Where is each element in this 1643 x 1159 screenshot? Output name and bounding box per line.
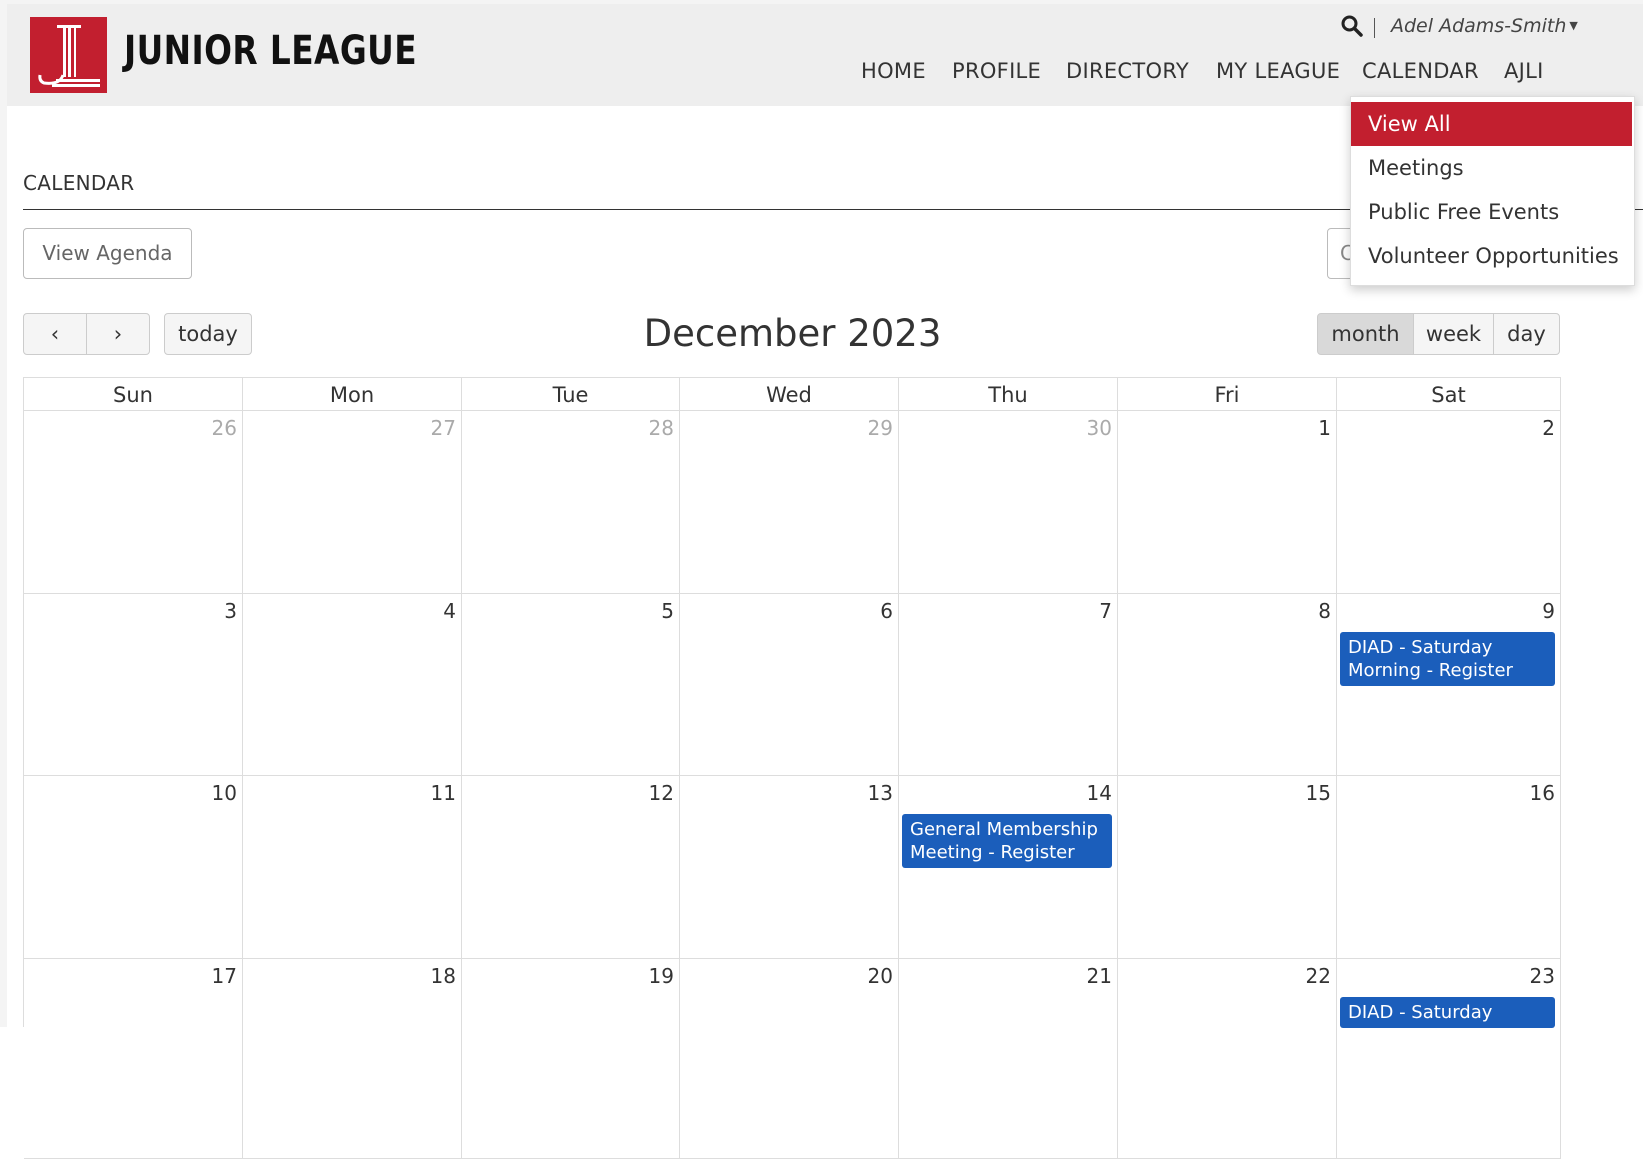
day-cell[interactable]: 17 (24, 959, 243, 1159)
calendar-dropdown: View All Meetings Public Free Events Vol… (1350, 96, 1635, 286)
nav-my-league[interactable]: MY LEAGUE (1216, 54, 1340, 88)
day-cell[interactable]: 16 (1337, 776, 1561, 959)
nav-home[interactable]: HOME (861, 54, 926, 88)
dropdown-view-all[interactable]: View All (1351, 102, 1632, 146)
day-cell[interactable]: 7 (899, 594, 1118, 776)
day-cell[interactable]: 26 (24, 411, 243, 594)
nav-calendar[interactable]: CALENDAR (1362, 54, 1479, 88)
day-number[interactable]: 2 (1542, 416, 1555, 440)
day-number[interactable]: 22 (1306, 964, 1331, 988)
dropdown-volunteer-opportunities[interactable]: Volunteer Opportunities (1351, 234, 1632, 278)
week-view-button[interactable]: week (1413, 313, 1494, 355)
day-cell[interactable]: 9 DIAD - Saturday Morning - Register (1337, 594, 1561, 776)
day-cell[interactable]: 10 (24, 776, 243, 959)
day-number[interactable]: 14 (1087, 781, 1112, 805)
user-name: Adel Adams-Smith (1391, 15, 1567, 37)
junior-league-logo[interactable] (30, 17, 107, 93)
day-cell[interactable]: 23 DIAD - Saturday (1337, 959, 1561, 1159)
day-number[interactable]: 17 (212, 964, 237, 988)
day-number[interactable]: 5 (661, 599, 674, 623)
month-grid: Sun Mon Tue Wed Thu Fri Sat 26 27 28 29 30 1 2 3 4 5 6 7 8 9… (23, 377, 1561, 1159)
caret-down-icon: ▼ (1569, 19, 1578, 32)
day-cell[interactable]: 21 (899, 959, 1118, 1159)
day-header-mon: Mon (243, 377, 462, 411)
search-icon[interactable] (1340, 14, 1364, 38)
day-number[interactable]: 27 (431, 416, 456, 440)
calendar-event[interactable]: General Membership Meeting - Register (902, 814, 1112, 868)
day-number[interactable]: 1 (1318, 416, 1331, 440)
day-cell[interactable]: 12 (462, 776, 680, 959)
day-number[interactable]: 28 (649, 416, 674, 440)
day-view-button[interactable]: day (1493, 313, 1560, 355)
day-number[interactable]: 9 (1542, 599, 1555, 623)
day-header-thu: Thu (899, 377, 1118, 411)
day-number[interactable]: 12 (649, 781, 674, 805)
day-cell[interactable]: 29 (680, 411, 899, 594)
chevron-right-icon: › (113, 322, 123, 346)
prev-month-button[interactable]: ‹ (23, 313, 87, 355)
day-number[interactable]: 8 (1318, 599, 1331, 623)
calendar-title: December 2023 (643, 312, 942, 355)
day-cell[interactable]: 13 (680, 776, 899, 959)
view-agenda-button[interactable]: View Agenda (23, 228, 192, 279)
day-number[interactable]: 10 (212, 781, 237, 805)
day-number[interactable]: 3 (224, 599, 237, 623)
day-cell[interactable]: 8 (1118, 594, 1337, 776)
day-header-wed: Wed (680, 377, 899, 411)
day-number[interactable]: 4 (443, 599, 456, 623)
day-cell[interactable]: 28 (462, 411, 680, 594)
day-number[interactable]: 29 (868, 416, 893, 440)
day-number[interactable]: 23 (1530, 964, 1555, 988)
day-header-fri: Fri (1118, 377, 1337, 411)
day-header-sun: Sun (24, 377, 243, 411)
header-divider (1374, 18, 1375, 38)
day-cell[interactable]: 11 (243, 776, 462, 959)
brand-name[interactable]: JUNIOR LEAGUE (124, 26, 417, 76)
day-header-tue: Tue (462, 377, 680, 411)
day-cell[interactable]: 5 (462, 594, 680, 776)
month-view-button[interactable]: month (1317, 313, 1414, 355)
chevron-left-icon: ‹ (50, 322, 60, 346)
nav-ajli[interactable]: AJLI (1504, 54, 1544, 88)
nav-directory[interactable]: DIRECTORY (1066, 54, 1189, 88)
next-month-button[interactable]: › (86, 313, 150, 355)
dropdown-public-free-events[interactable]: Public Free Events (1351, 190, 1632, 234)
day-number[interactable]: 16 (1530, 781, 1555, 805)
day-cell[interactable]: 14 General Membership Meeting - Register (899, 776, 1118, 959)
user-menu[interactable]: Adel Adams-Smith ▼ (1391, 14, 1578, 38)
day-number[interactable]: 18 (431, 964, 456, 988)
day-number[interactable]: 30 (1087, 416, 1112, 440)
day-cell[interactable]: 19 (462, 959, 680, 1159)
day-cell[interactable]: 1 (1118, 411, 1337, 594)
day-number[interactable]: 11 (431, 781, 456, 805)
day-cell[interactable]: 2 (1337, 411, 1561, 594)
day-header-sat: Sat (1337, 377, 1561, 411)
calendar-event[interactable]: DIAD - Saturday (1340, 997, 1555, 1028)
day-cell[interactable]: 15 (1118, 776, 1337, 959)
left-gutter (0, 0, 7, 1027)
day-number[interactable]: 26 (212, 416, 237, 440)
calendar-event[interactable]: DIAD - Saturday Morning - Register (1340, 632, 1555, 686)
day-cell[interactable]: 3 (24, 594, 243, 776)
day-cell[interactable]: 20 (680, 959, 899, 1159)
day-cell[interactable]: 6 (680, 594, 899, 776)
day-cell[interactable]: 18 (243, 959, 462, 1159)
day-number[interactable]: 19 (649, 964, 674, 988)
day-number[interactable]: 15 (1306, 781, 1331, 805)
site-header: JUNIOR LEAGUE Adel Adams-Smith ▼ HOME PRO… (7, 4, 1643, 106)
day-number[interactable]: 13 (868, 781, 893, 805)
today-button[interactable]: today (164, 313, 252, 355)
day-cell[interactable]: 22 (1118, 959, 1337, 1159)
day-number[interactable]: 21 (1087, 964, 1112, 988)
day-number[interactable]: 20 (868, 964, 893, 988)
page-title: CALENDAR (23, 171, 135, 195)
day-cell[interactable]: 27 (243, 411, 462, 594)
day-number[interactable]: 6 (880, 599, 893, 623)
day-number[interactable]: 7 (1099, 599, 1112, 623)
dropdown-meetings[interactable]: Meetings (1351, 146, 1632, 190)
nav-profile[interactable]: PROFILE (952, 54, 1041, 88)
day-cell[interactable]: 30 (899, 411, 1118, 594)
day-cell[interactable]: 4 (243, 594, 462, 776)
